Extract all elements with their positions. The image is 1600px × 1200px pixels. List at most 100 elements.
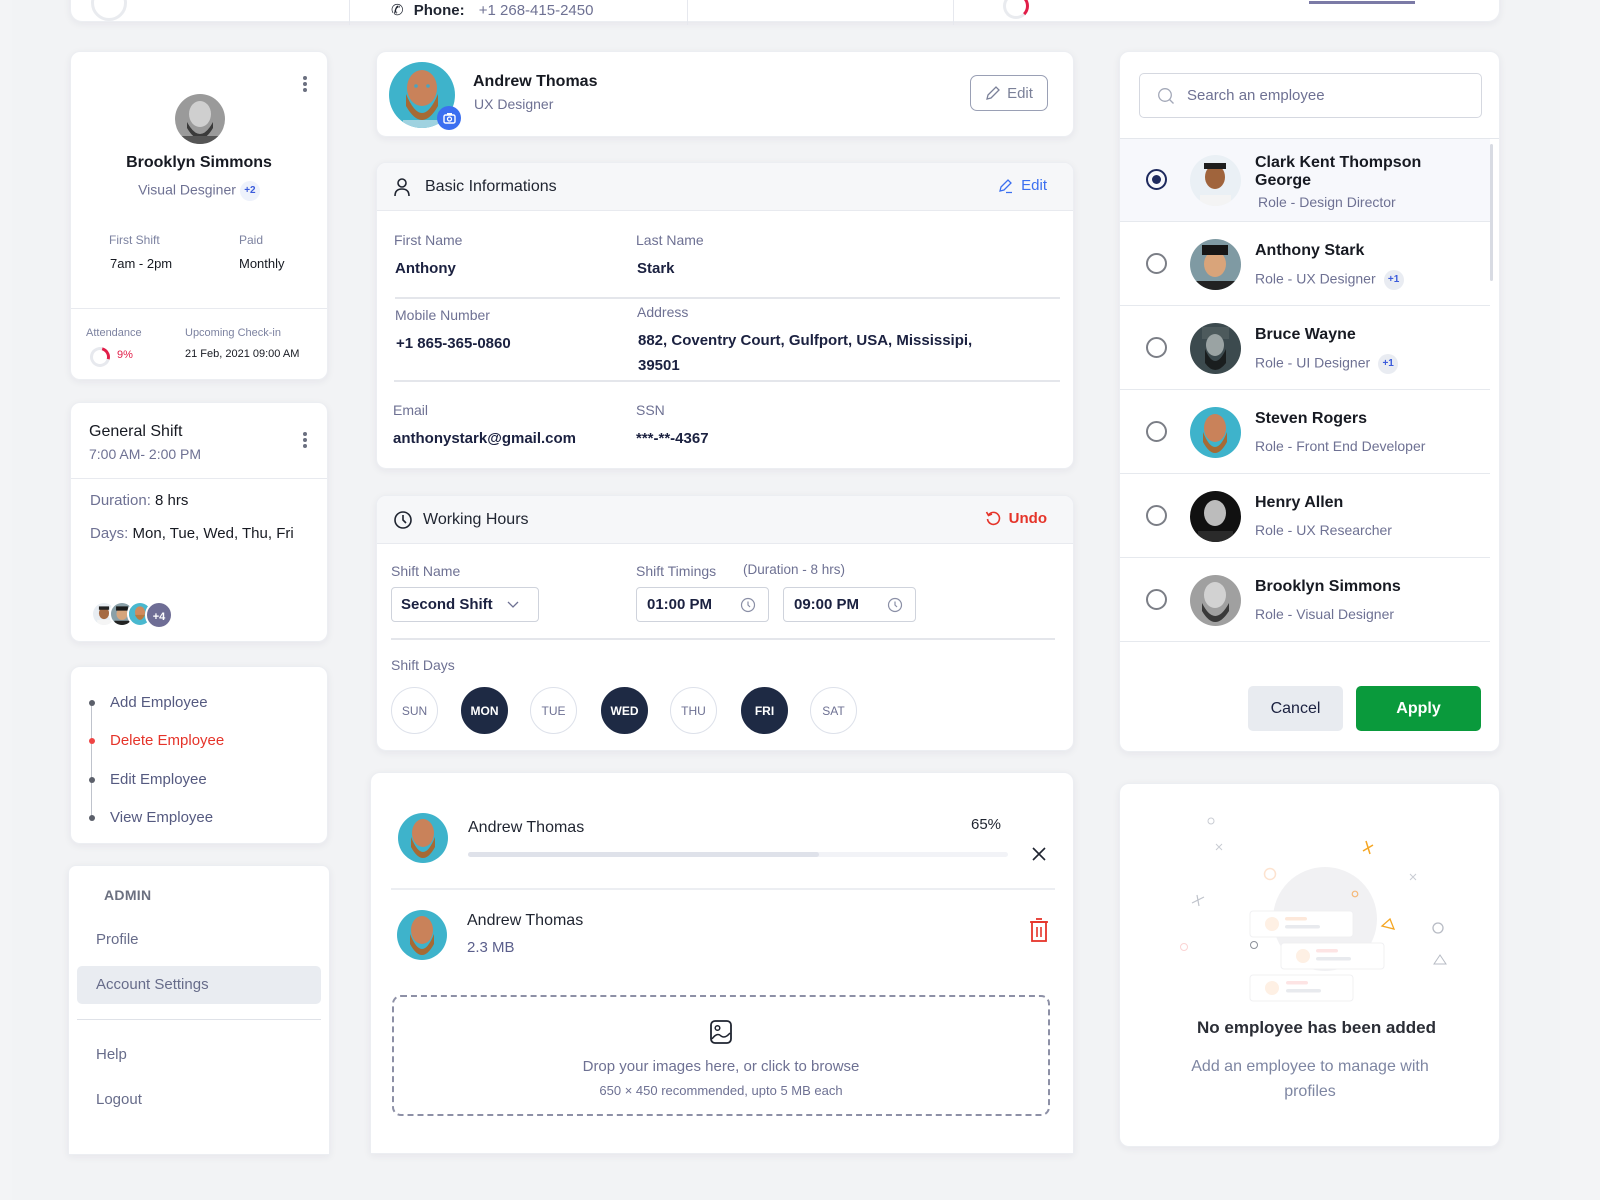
timeline-item-view-employee[interactable]: View Employee [89, 809, 213, 826]
menu-item-logout[interactable]: Logout [77, 1081, 321, 1119]
shift-label: First Shift [109, 233, 160, 247]
clock-icon [740, 597, 756, 612]
menu-item-account-settings[interactable]: Account Settings [77, 966, 321, 1004]
timeline-dot [89, 776, 95, 783]
divider [391, 888, 1055, 890]
member-avatar-stack[interactable]: +4 [91, 601, 173, 629]
timeline-item-edit-employee[interactable]: Edit Employee [89, 771, 207, 788]
shift-name-label: Shift Name [391, 563, 461, 579]
day-toggle-sat[interactable]: SAT [810, 687, 857, 734]
pencil-icon [986, 86, 1000, 100]
progress-ring [1003, 0, 1029, 19]
search-field[interactable] [1139, 73, 1482, 118]
phone-value: +1 268-415-2450 [478, 2, 594, 19]
list-scrollbar[interactable] [1490, 144, 1493, 281]
mobile-label: Mobile Number [395, 307, 490, 323]
divider [395, 297, 1060, 299]
profile-role: UX Designer [474, 96, 554, 112]
basic-information-card: Basic Informations Edit First Name Antho… [376, 162, 1074, 469]
employee-list-item[interactable]: Henry Allen Role - UX Researcher [1120, 475, 1490, 558]
timeline-label: Add Employee [110, 694, 208, 711]
change-photo-button[interactable] [437, 106, 461, 130]
start-time-input[interactable]: 01:00 PM [636, 587, 769, 622]
menu-item-help[interactable]: Help [77, 1036, 321, 1074]
select-radio[interactable] [1146, 505, 1167, 526]
undo-label: Undo [1008, 510, 1047, 527]
timeline-dot [89, 737, 95, 744]
attendance-ring [86, 343, 114, 371]
first-name-label: First Name [394, 232, 463, 248]
section-title: Basic Informations [425, 178, 557, 195]
employee-list-item[interactable]: Anthony Stark Role - UX Designer +1 [1120, 223, 1490, 306]
role-text: Role - UI Designer [1255, 354, 1371, 371]
trash-icon[interactable] [1029, 917, 1049, 943]
select-radio[interactable] [1146, 337, 1167, 358]
extra-roles-badge[interactable]: +1 [1378, 354, 1399, 374]
undo-button[interactable]: Undo [985, 510, 1047, 527]
avatar [398, 813, 448, 863]
more-members-badge[interactable]: +4 [145, 601, 173, 629]
day-toggle-wed[interactable]: WED [601, 687, 648, 734]
employee-list-item[interactable]: Clark Kent Thompson George Role - Design D… [1120, 139, 1490, 222]
shift-name-select[interactable]: Second Shift [391, 587, 539, 622]
edit-label: Edit [1007, 84, 1033, 102]
employee-list-item[interactable]: Steven Rogers Role - Front End Developer [1120, 391, 1490, 474]
day-toggle-thu[interactable]: THU [670, 687, 717, 734]
avatar [397, 910, 447, 960]
select-radio[interactable] [1146, 589, 1167, 610]
cancel-upload-icon[interactable] [1031, 846, 1047, 862]
divider [71, 478, 327, 479]
empty-state-illustration [1180, 817, 1447, 1002]
timeline-item-delete-employee[interactable]: Delete Employee [89, 732, 224, 749]
edit-profile-button[interactable]: Edit [970, 75, 1048, 111]
employee-name: Clark Kent Thompson [1255, 154, 1422, 171]
timeline-dot [89, 699, 95, 706]
day-toggle-sun[interactable]: SUN [391, 687, 438, 734]
select-radio[interactable] [1146, 253, 1167, 274]
section-header: Basic Informations Edit [377, 163, 1073, 211]
day-toggle-fri[interactable]: FRI [741, 687, 788, 734]
avatar [1190, 323, 1241, 374]
avatar [175, 94, 225, 144]
undo-icon [985, 511, 1000, 526]
timeline-dot [89, 814, 95, 821]
section-header: Working Hours Undo [377, 496, 1073, 544]
working-hours-card: Working Hours Undo Shift Name Shift Timi… [376, 495, 1074, 751]
more-options-icon[interactable] [297, 74, 313, 94]
employee-name: Henry Allen [1255, 494, 1344, 511]
upload-card: Andrew Thomas 65% Andrew Thomas 2.3 MB D… [370, 772, 1074, 1154]
link-underline[interactable] [1309, 1, 1415, 4]
avatar [1190, 407, 1241, 458]
apply-button[interactable]: Apply [1356, 686, 1481, 731]
day-toggle-mon[interactable]: MON [461, 687, 508, 734]
end-time-input[interactable]: 09:00 PM [783, 587, 916, 622]
profile-name: Andrew Thomas [473, 73, 598, 90]
timeline-item-add-employee[interactable]: Add Employee [89, 694, 208, 711]
employee-list-item[interactable]: Bruce Wayne Role - UI Designer +1 [1120, 307, 1490, 390]
general-shift-card: General Shift 7:00 AM- 2:00 PM Duration:… [70, 402, 328, 642]
shift-time: 7:00 AM- 2:00 PM [89, 446, 202, 462]
clock-icon [394, 511, 412, 529]
last-name-label: Last Name [636, 232, 704, 248]
search-input[interactable] [1187, 87, 1467, 104]
dropzone-hint: 650 × 450 recommended, upto 5 MB each [599, 1083, 843, 1098]
role-text: Role - Front End Developer [1255, 438, 1426, 454]
profile-header-card: Andrew Thomas UX Designer Edit [376, 51, 1074, 137]
cancel-button[interactable]: Cancel [1248, 686, 1343, 731]
extra-roles-badge[interactable]: +2 [239, 181, 260, 201]
employee-list-item[interactable]: Brooklyn Simmons Role - Visual Designer [1120, 559, 1490, 642]
employee-name: Brooklyn Simmons [126, 154, 272, 171]
ssn-value: ***-**-4367 [636, 430, 709, 447]
email-value: anthonystark@gmail.com [393, 430, 577, 447]
day-toggle-tue[interactable]: TUE [530, 687, 577, 734]
more-options-icon[interactable] [297, 430, 313, 450]
select-radio[interactable] [1146, 421, 1167, 442]
edit-basic-info-button[interactable]: Edit [998, 177, 1047, 194]
select-radio[interactable] [1146, 169, 1167, 190]
employee-role: Role - Front End Developer [1255, 438, 1425, 454]
image-dropzone[interactable]: Drop your images here, or click to brows… [392, 995, 1050, 1116]
extra-roles-badge[interactable]: +1 [1383, 270, 1404, 290]
timeline-label: View Employee [110, 809, 214, 826]
menu-item-profile[interactable]: Profile [77, 921, 321, 959]
mobile-value: +1 865-365-0860 [396, 335, 511, 352]
